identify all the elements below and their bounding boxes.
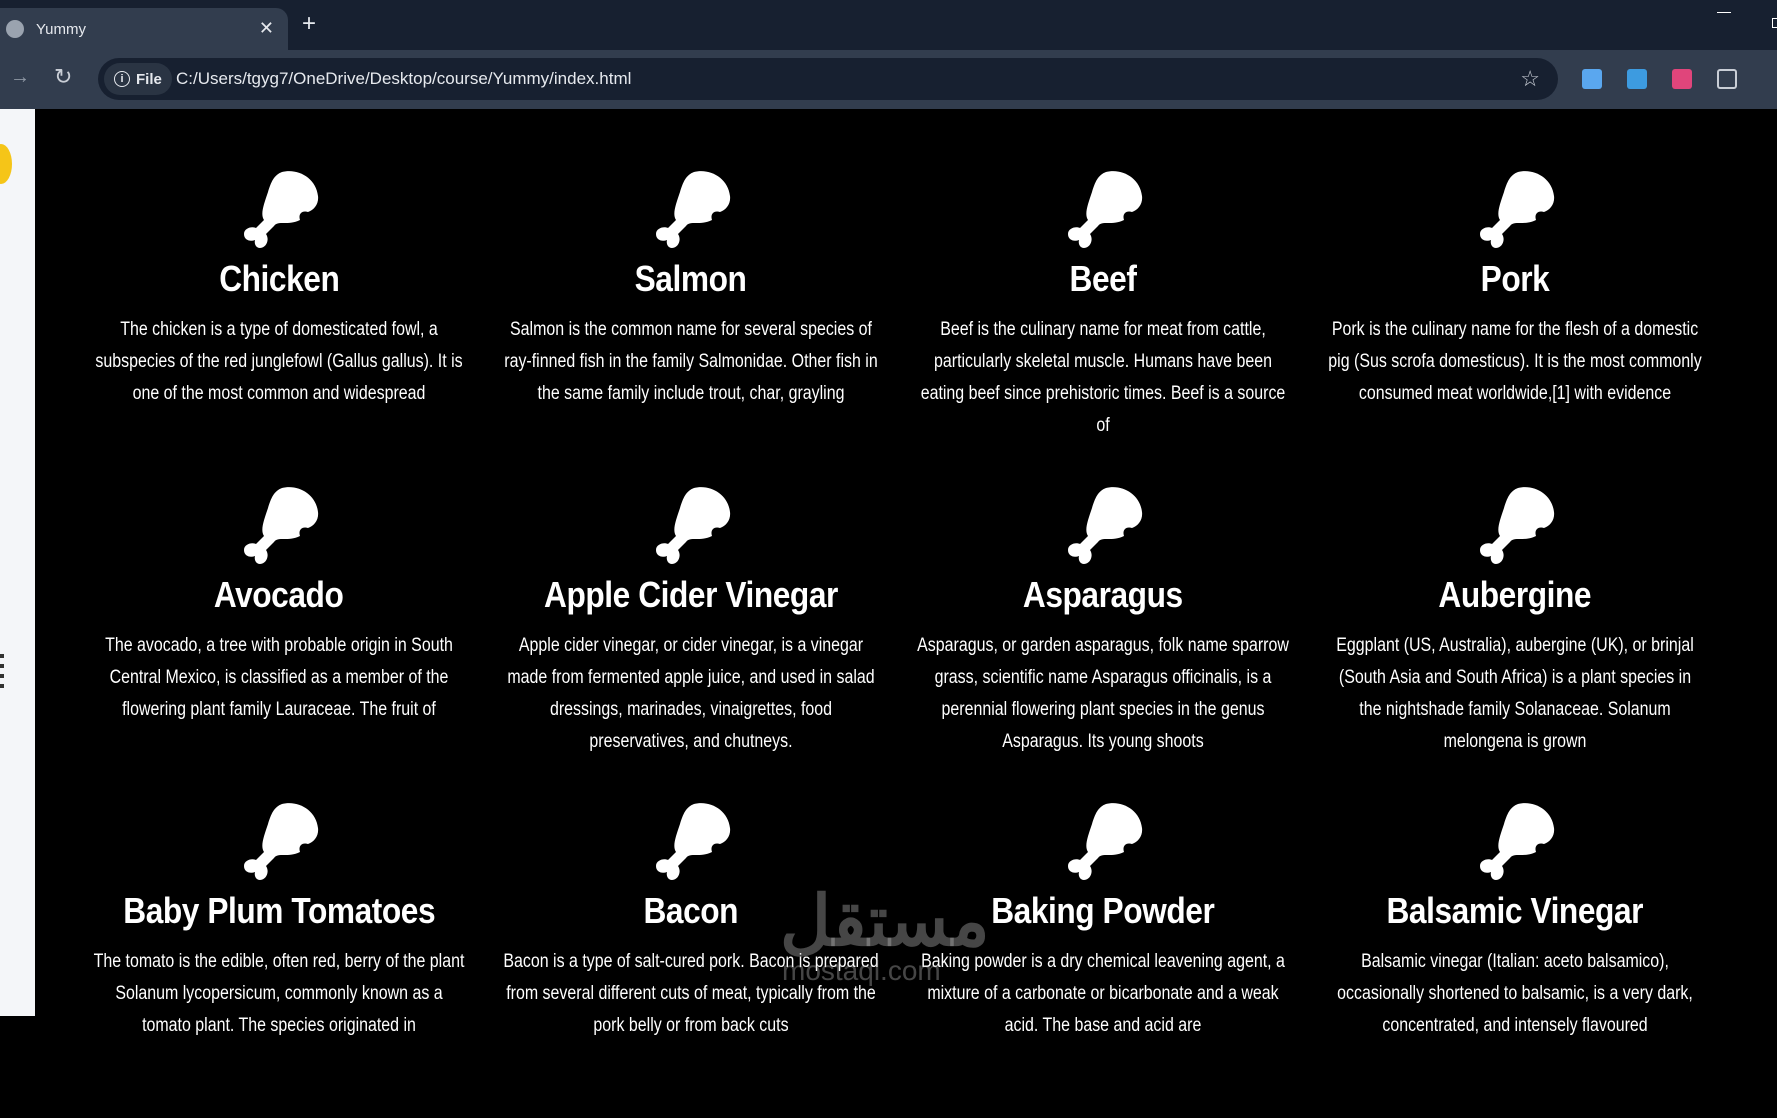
meal-name: Apple Cider Vinegar — [544, 574, 838, 615]
extensions-puzzle-icon[interactable] — [1717, 69, 1737, 89]
url-text[interactable]: C:/Users/tgyg7/OneDrive/Desktop/course/Y… — [176, 69, 631, 89]
meal-name: Beef — [1069, 258, 1137, 299]
drumstick-bite-icon — [1068, 487, 1143, 564]
extension-fi-icon[interactable] — [1627, 69, 1647, 89]
minimize-button[interactable] — [1717, 12, 1731, 13]
meal-card[interactable]: Apple Cider Vinegar Apple cider vinegar, … — [485, 486, 897, 802]
forward-icon[interactable]: → — [10, 66, 30, 89]
side-panel — [0, 109, 35, 1016]
meal-name: Asparagus — [1023, 574, 1183, 615]
translate-extension-icon[interactable] — [1672, 69, 1692, 89]
drumstick-bite-icon — [1480, 487, 1555, 564]
meal-description: Salmon is the common name for several sp… — [504, 319, 878, 404]
meal-card[interactable]: Chicken The chicken is a type of domestic… — [73, 170, 485, 486]
meal-description: Eggplant (US, Australia), aubergine (UK)… — [1336, 635, 1694, 752]
meal-name: Chicken — [218, 258, 340, 299]
drumstick-bite-icon — [244, 487, 319, 564]
meal-description: The chicken is a type of domesticated fo… — [95, 319, 463, 404]
drumstick-bite-icon — [1480, 803, 1555, 880]
meal-description: Beef is the culinary name for meat from … — [920, 319, 1286, 436]
meal-card[interactable]: Aubergine Eggplant (US, Australia), auber… — [1309, 486, 1721, 802]
tab-title: Yummy — [36, 20, 87, 38]
meal-description: The avocado, a tree with probable origin… — [105, 635, 453, 720]
browser-toolbar: → ↻ i File C:/Users/tgyg7/OneDrive/Deskto… — [0, 50, 1777, 109]
drumstick-bite-icon — [656, 487, 731, 564]
maximize-button[interactable] — [1772, 18, 1777, 28]
drumstick-bite-icon — [656, 803, 731, 880]
extension-icon[interactable] — [1582, 69, 1602, 89]
tab-yummy[interactable]: Yummy ✕ — [0, 8, 288, 50]
emoji-icon — [0, 144, 12, 184]
bookmark-star-icon[interactable]: ☆ — [1520, 66, 1540, 92]
site-info-chip[interactable]: i File — [104, 63, 172, 95]
meal-description: Bacon is a type of salt-cured pork. Baco… — [503, 951, 879, 1036]
meal-description: Apple cider vinegar, or cider vinegar, i… — [507, 635, 875, 752]
meal-card[interactable]: Balsamic Vinegar Balsamic vinegar (Italia… — [1309, 802, 1721, 1118]
meal-description: Pork is the culinary name for the flesh … — [1328, 319, 1702, 404]
meal-description: Balsamic vinegar (Italian: aceto balsami… — [1337, 951, 1693, 1036]
more-dots-icon[interactable] — [0, 654, 4, 690]
meal-name: Pork — [1480, 258, 1550, 299]
meal-name: Avocado — [214, 574, 344, 615]
tab-strip: Yummy ✕ + — [0, 0, 1777, 50]
drumstick-bite-icon — [1068, 803, 1143, 880]
info-icon: i — [114, 71, 130, 87]
drumstick-bite-icon — [1068, 171, 1143, 248]
meal-name: Salmon — [635, 258, 747, 299]
drumstick-bite-icon — [656, 171, 731, 248]
meal-card[interactable]: Bacon Bacon is a type of salt-cured pork.… — [485, 802, 897, 1118]
close-tab-icon[interactable]: ✕ — [259, 18, 274, 39]
meal-name: Balsamic Vinegar — [1386, 890, 1644, 931]
file-label: File — [136, 70, 162, 88]
reload-icon[interactable]: ↻ — [54, 64, 72, 90]
meal-description: The tomato is the edible, often red, ber… — [93, 951, 465, 1036]
drumstick-bite-icon — [244, 803, 319, 880]
meal-card[interactable]: Baking Powder Baking powder is a dry chem… — [897, 802, 1309, 1118]
meal-name: Bacon — [643, 890, 739, 931]
meal-name: Aubergine — [1438, 574, 1592, 615]
address-bar[interactable]: i File C:/Users/tgyg7/OneDrive/Desktop/co… — [98, 58, 1558, 100]
meal-card[interactable]: Pork Pork is the culinary name for the fl… — [1309, 170, 1721, 486]
new-tab-button[interactable]: + — [302, 10, 316, 38]
drumstick-bite-icon — [1480, 171, 1555, 248]
meal-card[interactable]: Avocado The avocado, a tree with probable… — [73, 486, 485, 802]
meals-grid: Chicken The chicken is a type of domestic… — [73, 170, 1721, 1118]
meal-card[interactable]: Baby Plum Tomatoes The tomato is the edib… — [73, 802, 485, 1118]
drumstick-bite-icon — [244, 171, 319, 248]
meal-description: Asparagus, or garden asparagus, folk nam… — [917, 635, 1289, 752]
meal-name: Baking Powder — [991, 890, 1215, 931]
meal-card[interactable]: Asparagus Asparagus, or garden asparagus,… — [897, 486, 1309, 802]
meal-name: Baby Plum Tomatoes — [123, 890, 435, 931]
meal-card[interactable]: Beef Beef is the culinary name for meat f… — [897, 170, 1309, 486]
meal-description: Baking powder is a dry chemical leavenin… — [921, 951, 1285, 1036]
meal-card[interactable]: Salmon Salmon is the common name for seve… — [485, 170, 897, 486]
globe-icon — [6, 20, 24, 38]
